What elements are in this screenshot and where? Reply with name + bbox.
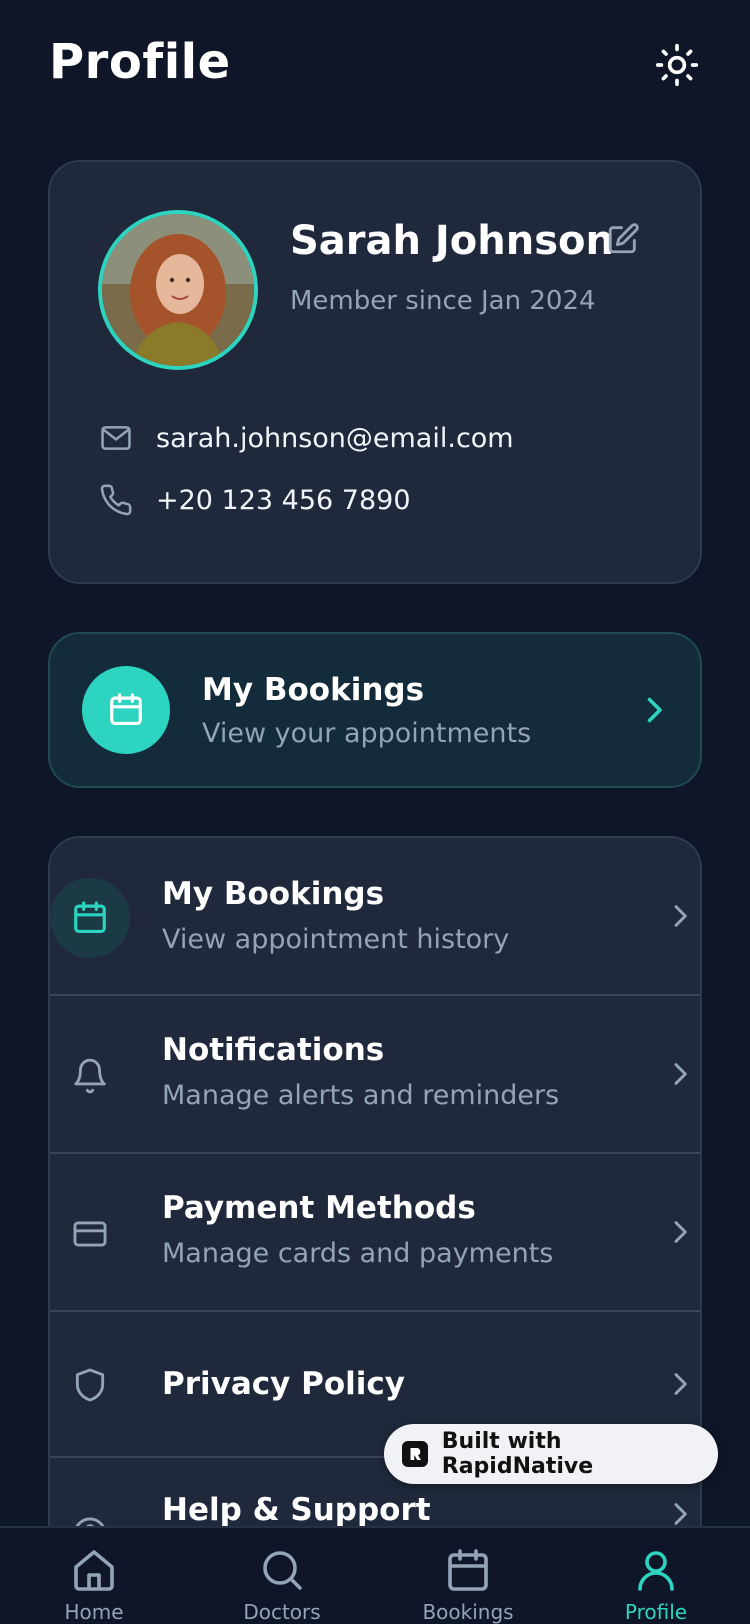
sun-icon	[655, 43, 699, 87]
menu-item-subtitle: View appointment history	[162, 924, 510, 955]
badge-text: Built with RapidNative	[441, 1429, 594, 1479]
shield-icon	[75, 1368, 105, 1402]
header: Profile	[0, 0, 750, 130]
mail-icon	[101, 426, 131, 450]
chevron-right-icon	[647, 697, 662, 723]
menu-item-payment-methods[interactable]: Payment Methods Manage cards and payment…	[50, 1154, 700, 1312]
chevron-right-icon	[674, 1373, 687, 1395]
home-icon	[74, 1550, 114, 1591]
menu-item-subtitle: Manage cards and payments	[162, 1238, 554, 1269]
chevron-right-icon	[674, 1221, 687, 1243]
menu-item-title: Help & Support	[162, 1492, 431, 1528]
tab-label: Home	[64, 1600, 124, 1624]
menu-item-title: Privacy Policy	[162, 1366, 405, 1402]
rapidnative-logo-icon	[402, 1441, 428, 1467]
phone-icon	[100, 484, 132, 516]
bookings-card-title: My Bookings	[202, 672, 425, 708]
built-with-badge[interactable]: Built with RapidNative	[384, 1424, 718, 1484]
calendar-icon	[74, 901, 106, 934]
menu-item-my-bookings[interactable]: My Bookings View appointment history	[50, 838, 700, 996]
email-text[interactable]: sarah.johnson@email.com	[156, 423, 514, 454]
chevron-right-icon	[674, 1063, 687, 1085]
email-row: sarah.johnson@email.com	[98, 420, 514, 456]
member-since: Member since Jan 2024	[290, 286, 596, 316]
menu-item-title: Payment Methods	[162, 1190, 476, 1226]
tab-doctors[interactable]: Doctors	[188, 1528, 376, 1624]
menu-icon-wrap	[50, 878, 130, 958]
tab-label: Bookings	[422, 1600, 514, 1624]
menu-item-title: My Bookings	[162, 876, 385, 912]
bell-icon	[74, 1058, 106, 1094]
menu-icon-wrap	[50, 1345, 130, 1425]
tab-label: Profile	[624, 1600, 688, 1624]
search-icon	[263, 1551, 302, 1590]
profile-name: Sarah Johnson	[290, 218, 615, 264]
avatar	[98, 210, 258, 370]
edit-profile-button[interactable]	[606, 222, 640, 256]
phone-row: +20 123 456 7890	[98, 482, 411, 518]
settings-menu: My Bookings View appointment history Not…	[48, 836, 702, 1624]
menu-item-notifications[interactable]: Notifications Manage alerts and reminder…	[50, 996, 700, 1154]
bookings-card-subtitle: View your appointments	[202, 718, 532, 749]
credit-card-icon	[73, 1221, 107, 1247]
tab-label: Doctors	[243, 1600, 321, 1624]
calendar-icon	[110, 693, 142, 726]
edit-icon	[608, 223, 639, 254]
menu-item-subtitle: Manage alerts and reminders	[162, 1080, 560, 1111]
tab-profile[interactable]: Profile	[562, 1528, 750, 1624]
tab-home[interactable]: Home	[0, 1528, 188, 1624]
chevron-right-icon	[674, 905, 687, 927]
bottom-tab-bar: Home Doctors Bookings Profile	[0, 1526, 750, 1624]
theme-toggle-button[interactable]	[652, 40, 702, 90]
page-title: Profile	[49, 34, 231, 90]
profile-card: Sarah Johnson Member since Jan 2024 sara…	[48, 160, 702, 584]
calendar-icon	[448, 1549, 488, 1591]
menu-item-title: Notifications	[162, 1032, 385, 1068]
menu-icon-wrap	[50, 1194, 130, 1274]
user-icon	[638, 1551, 674, 1591]
menu-icon-wrap	[50, 1036, 130, 1116]
bookings-icon-circle	[82, 666, 170, 754]
tab-bookings[interactable]: Bookings	[374, 1528, 562, 1624]
phone-text[interactable]: +20 123 456 7890	[156, 485, 411, 516]
my-bookings-card[interactable]: My Bookings View your appointments	[48, 632, 702, 788]
